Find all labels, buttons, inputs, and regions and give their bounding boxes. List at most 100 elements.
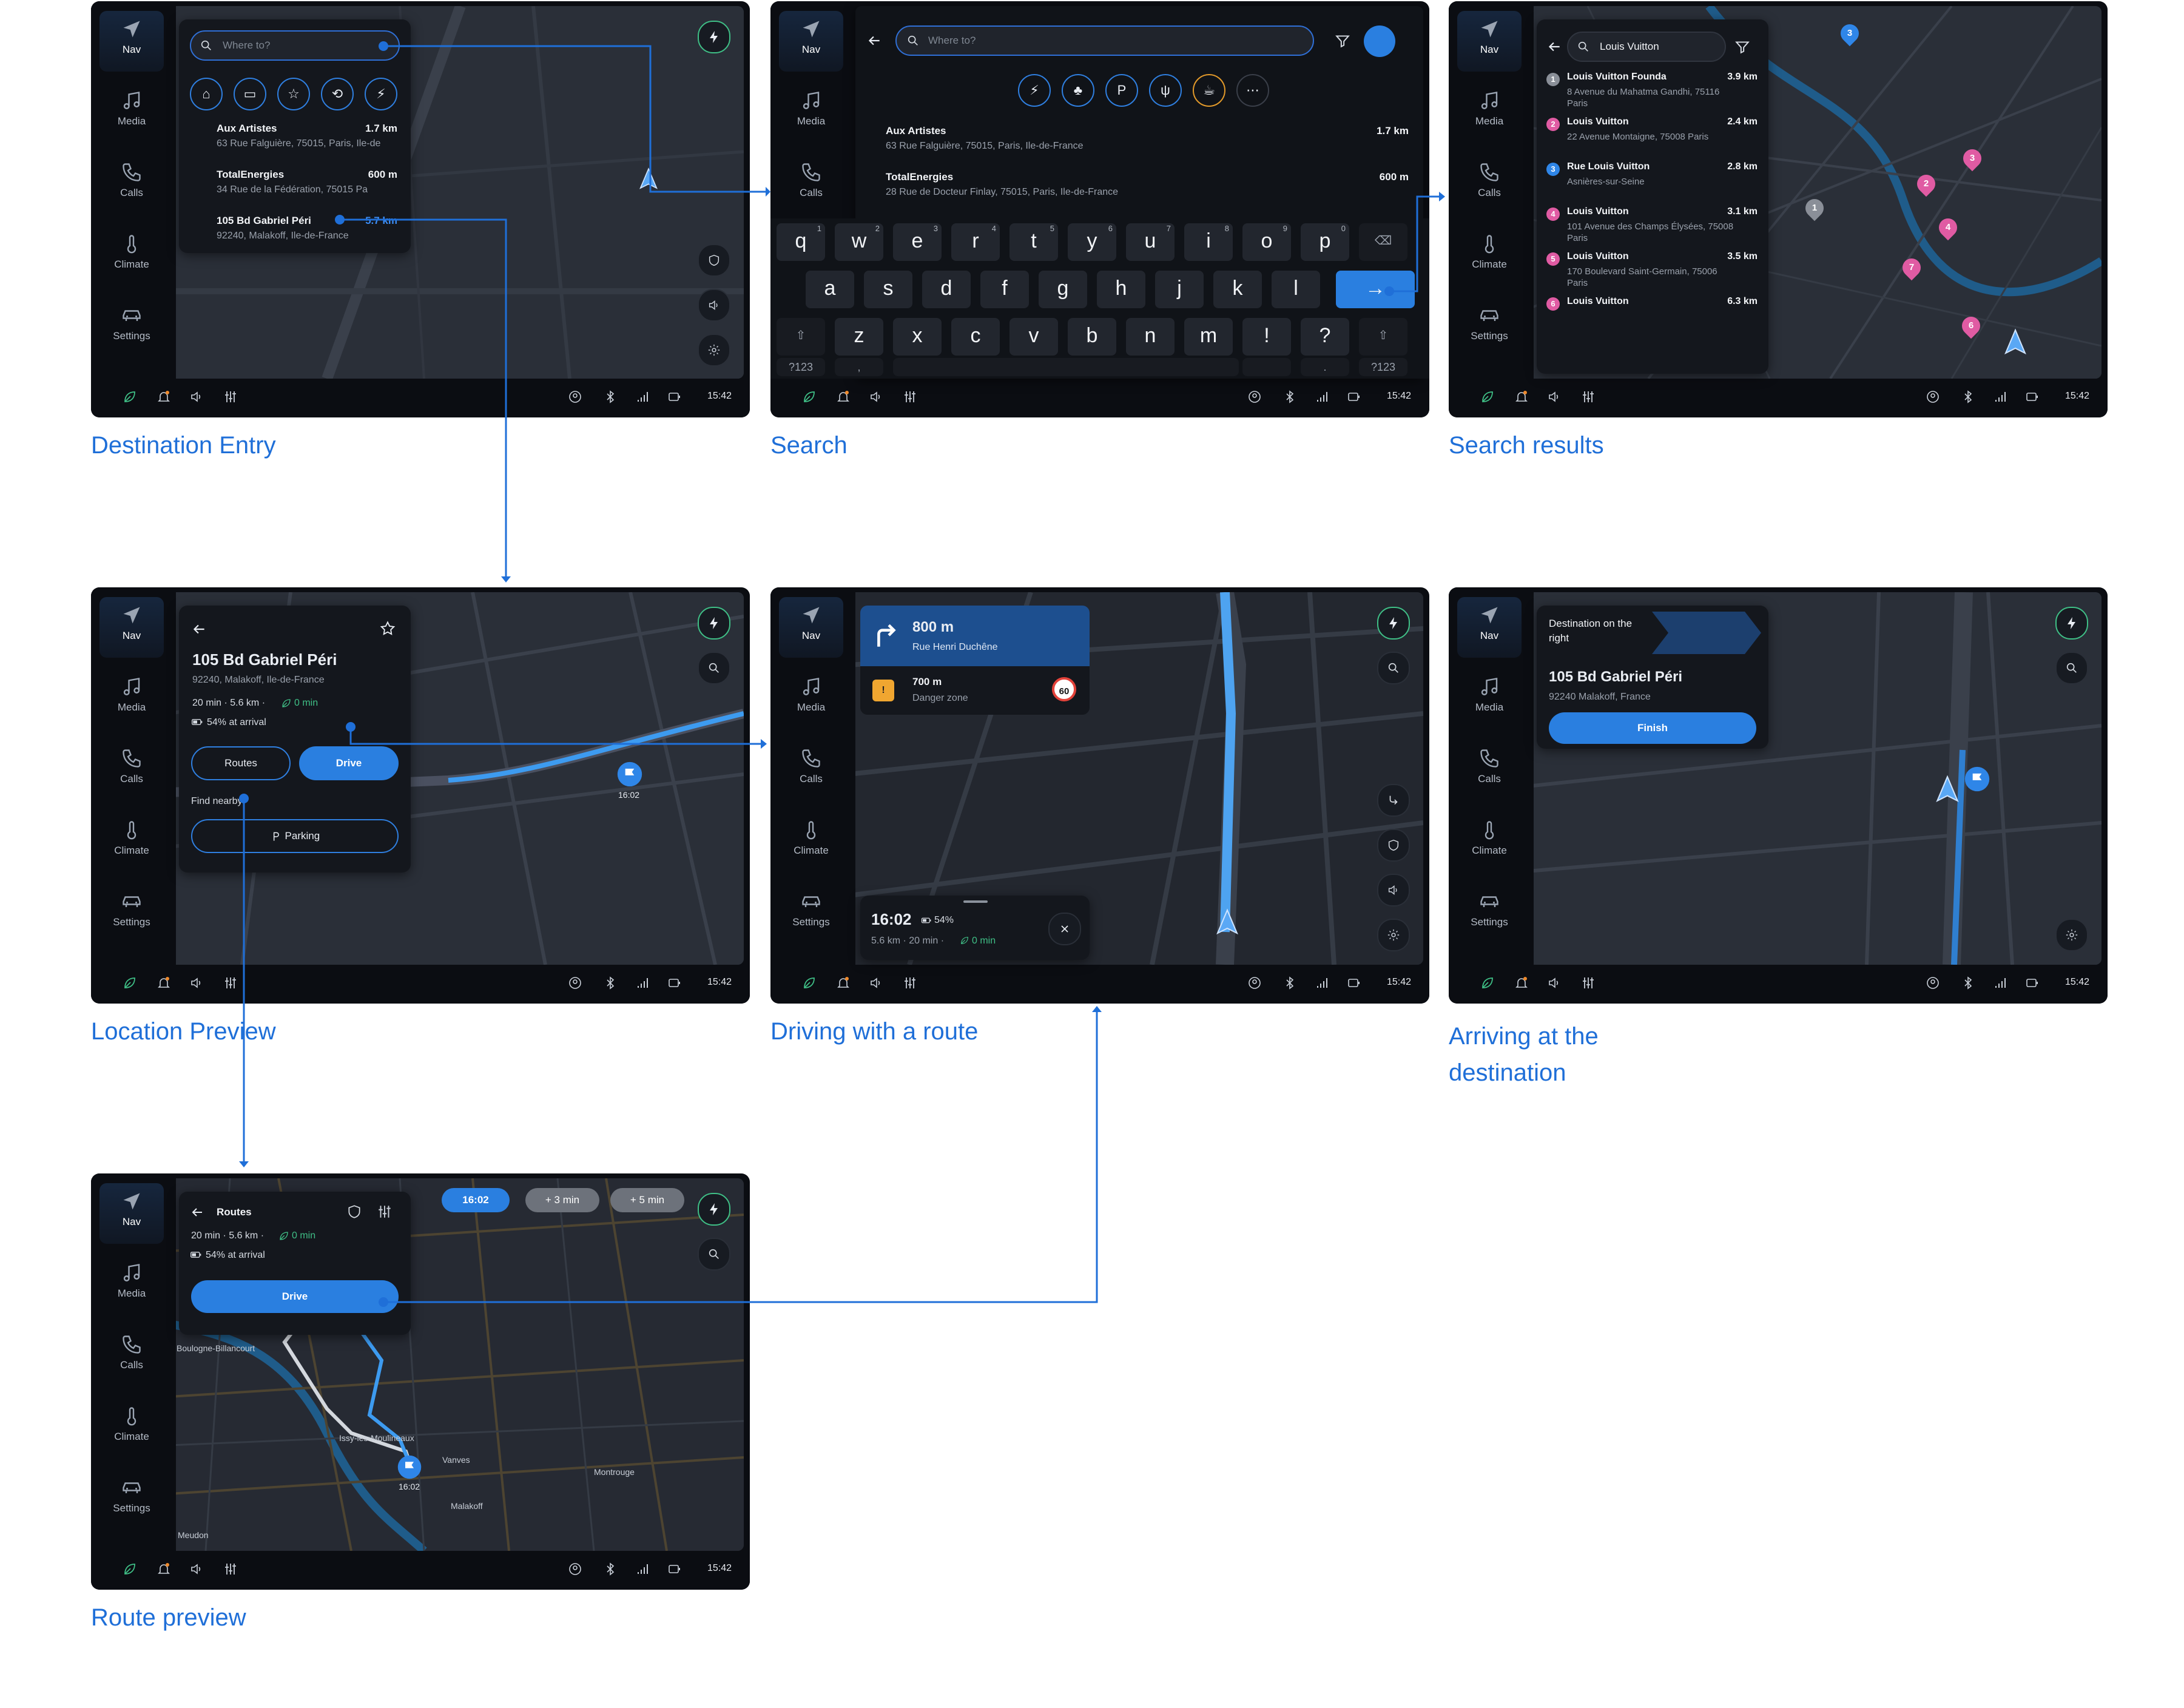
key-comma[interactable]: , — [835, 358, 883, 376]
key-a[interactable]: a — [806, 271, 854, 308]
key-m[interactable]: m — [1184, 318, 1233, 356]
sidebar-item-media[interactable]: Media — [99, 669, 164, 729]
route-chip-alt2[interactable]: + 5 min — [610, 1188, 684, 1212]
charging-button[interactable] — [1377, 607, 1410, 640]
key-question[interactable]: ? — [1301, 318, 1349, 356]
drive-button[interactable]: Drive — [191, 1280, 399, 1313]
notification-bell-icon[interactable] — [1514, 390, 1529, 404]
back-icon[interactable] — [866, 33, 882, 49]
sidebar-item-climate[interactable]: Climate — [779, 812, 843, 873]
sidebar-item-media[interactable]: Media — [779, 669, 843, 729]
key-t[interactable]: t5 — [1009, 223, 1058, 261]
parking-button[interactable]: Parking — [191, 819, 399, 853]
profile-icon[interactable] — [1247, 976, 1262, 990]
sidebar-item-settings[interactable]: Settings — [99, 1470, 164, 1530]
search-button[interactable] — [698, 1238, 730, 1271]
equalizer-icon[interactable] — [1581, 976, 1596, 990]
sidebar-item-climate[interactable]: Climate — [99, 812, 164, 873]
signal-icon[interactable] — [636, 1562, 650, 1576]
route-options-button[interactable] — [1377, 784, 1410, 817]
charging-chip[interactable]: ⚡ — [365, 78, 397, 110]
more-chip[interactable]: ⋯ — [1236, 74, 1269, 107]
sidebar-item-media[interactable]: Media — [99, 1255, 164, 1315]
bluetooth-icon[interactable] — [1961, 390, 1975, 404]
map-pin[interactable]: 3 — [1959, 145, 1986, 172]
bluetooth-icon[interactable] — [1282, 976, 1297, 990]
key-z[interactable]: z — [835, 318, 883, 356]
search-button[interactable] — [698, 652, 730, 684]
sidebar-item-nav[interactable]: Nav — [99, 597, 164, 658]
sliders-icon[interactable] — [377, 1204, 393, 1220]
favorites-chip[interactable]: ☆ — [277, 78, 310, 110]
phone-mirror-icon[interactable] — [667, 976, 682, 990]
key-d[interactable]: d — [922, 271, 971, 308]
energy-icon[interactable] — [1480, 976, 1495, 990]
sidebar-item-settings[interactable]: Settings — [99, 297, 164, 358]
key-g[interactable]: g — [1039, 271, 1087, 308]
back-icon[interactable] — [190, 1205, 204, 1220]
key-r[interactable]: r4 — [951, 223, 1000, 261]
sidebar-item-media[interactable]: Media — [1457, 669, 1522, 729]
profile-icon[interactable] — [568, 1562, 582, 1576]
charging-button[interactable] — [698, 21, 730, 53]
map-pin[interactable]: 4 — [1935, 214, 1961, 241]
trip-summary-panel[interactable]: 16:02 54% 5.6 km · 20 min · 0 min — [860, 896, 1090, 960]
notification-bell-icon[interactable] — [157, 1562, 171, 1576]
back-icon[interactable] — [191, 621, 207, 637]
key-s[interactable]: s — [864, 271, 912, 308]
signal-icon[interactable] — [636, 390, 650, 404]
volume-icon[interactable] — [189, 390, 204, 404]
sidebar-item-calls[interactable]: Calls — [779, 154, 843, 215]
equalizer-icon[interactable] — [1581, 390, 1596, 404]
signal-icon[interactable] — [1315, 976, 1330, 990]
notification-bell-icon[interactable] — [836, 390, 851, 404]
key-n[interactable]: n — [1126, 318, 1175, 356]
cafe-chip[interactable]: ☕ — [1193, 74, 1225, 107]
equalizer-icon[interactable] — [223, 976, 238, 990]
sidebar-item-settings[interactable]: Settings — [779, 883, 843, 944]
profile-icon[interactable] — [1926, 976, 1940, 990]
energy-icon[interactable] — [123, 976, 137, 990]
search-button[interactable] — [1377, 652, 1410, 684]
sidebar-item-nav[interactable]: Nav — [1457, 597, 1522, 658]
bluetooth-icon[interactable] — [603, 976, 618, 990]
sidebar-item-calls[interactable]: Calls — [99, 740, 164, 801]
sidebar-item-calls[interactable]: Calls — [99, 154, 164, 215]
filter-icon[interactable] — [1335, 33, 1350, 49]
key-backspace[interactable]: ⌫ — [1359, 223, 1407, 261]
phone-mirror-icon[interactable] — [667, 1562, 682, 1576]
safety-button[interactable] — [1377, 829, 1410, 862]
sidebar-item-settings[interactable]: Settings — [99, 883, 164, 944]
search-input[interactable]: Louis Vuitton — [1567, 32, 1726, 62]
layout-toggle-button[interactable] — [1364, 25, 1395, 57]
energy-icon[interactable] — [123, 1562, 137, 1576]
phone-mirror-icon[interactable] — [1347, 390, 1361, 404]
profile-icon[interactable] — [568, 976, 582, 990]
sidebar-item-media[interactable]: Media — [99, 83, 164, 143]
profile-icon[interactable] — [1926, 390, 1940, 404]
home-chip[interactable]: ⌂ — [190, 78, 223, 110]
nature-chip[interactable]: ♣ — [1062, 74, 1094, 107]
phone-mirror-icon[interactable] — [1347, 976, 1361, 990]
key-w[interactable]: w2 — [835, 223, 883, 261]
search-button[interactable] — [2055, 652, 2088, 684]
sidebar-item-media[interactable]: Media — [1457, 83, 1522, 143]
profile-icon[interactable] — [568, 390, 582, 404]
map-settings-button[interactable] — [1377, 919, 1410, 951]
bluetooth-icon[interactable] — [603, 1562, 618, 1576]
key-exclamation[interactable]: ! — [1242, 318, 1291, 356]
bluetooth-icon[interactable] — [1961, 976, 1975, 990]
energy-icon[interactable] — [802, 976, 817, 990]
key-u[interactable]: u7 — [1126, 223, 1175, 261]
volume-icon[interactable] — [189, 1562, 204, 1576]
charging-button[interactable] — [698, 1193, 730, 1226]
routes-button[interactable]: Routes — [191, 746, 291, 780]
volume-icon[interactable] — [869, 976, 883, 990]
sidebar-item-settings[interactable]: Settings — [1457, 883, 1522, 944]
key-j[interactable]: j — [1155, 271, 1204, 308]
bluetooth-icon[interactable] — [1282, 390, 1297, 404]
drag-handle[interactable] — [963, 900, 988, 903]
sidebar-item-settings[interactable]: Settings — [1457, 297, 1522, 358]
notification-bell-icon[interactable] — [836, 976, 851, 990]
charging-button[interactable] — [2055, 607, 2088, 640]
